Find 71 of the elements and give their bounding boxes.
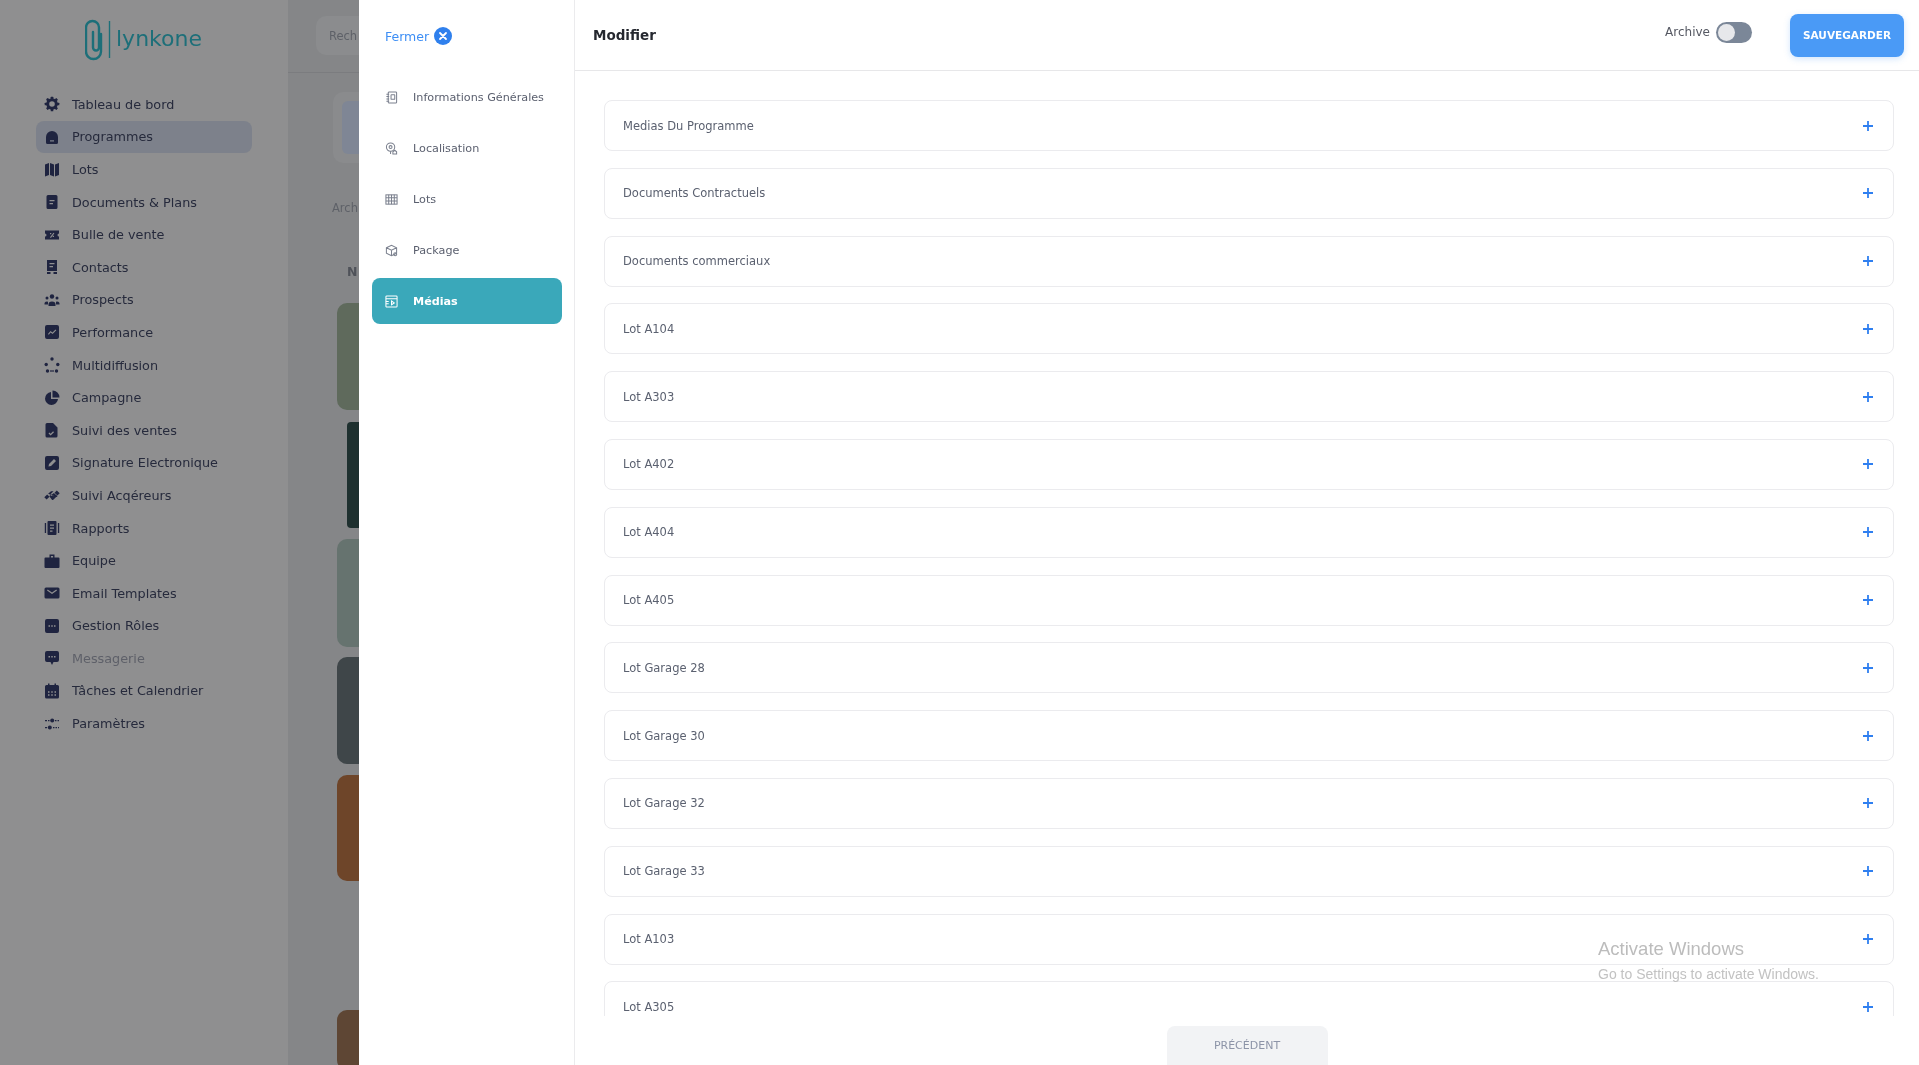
sidebar-item[interactable]: Signature Electronique	[36, 446, 252, 480]
nav-item[interactable]: Lots	[372, 176, 562, 222]
sidebar-item[interactable]: Prospects	[36, 283, 252, 317]
sidebar-item[interactable]: Documents & Plans	[36, 185, 252, 219]
sidebar-item[interactable]: Lots	[36, 153, 252, 186]
accordion-row[interactable]: Lot A404	[604, 506, 1894, 558]
accordion-row[interactable]: Documents commerciaux	[604, 235, 1894, 287]
chart-icon	[44, 324, 60, 341]
sidebar-item[interactable]: Contacts	[36, 250, 252, 284]
accordion-row[interactable]: Documents Contractuels	[604, 167, 1894, 219]
envelope-icon	[44, 585, 60, 602]
notebook-icon	[385, 90, 398, 104]
accordion-row[interactable]: Lot A402	[604, 439, 1894, 490]
pie-chart-icon	[44, 389, 60, 406]
briefcase-icon	[44, 552, 60, 569]
nav-item[interactable]: Médias	[372, 278, 562, 324]
building-icon	[44, 128, 60, 145]
sidebar-item[interactable]: Rapports	[36, 511, 252, 545]
accordion-row[interactable]: Lot A104	[604, 303, 1894, 355]
address-book-icon	[44, 259, 60, 276]
report-icon	[44, 520, 60, 536]
people-icon	[44, 291, 60, 308]
archive-toggle[interactable]	[1716, 21, 1752, 43]
photo-placeholder	[337, 1010, 359, 1065]
paperclip-icon	[85, 17, 112, 61]
sidebar-item[interactable]: Bulle de vente	[36, 218, 252, 251]
dots-icon	[44, 617, 60, 634]
document-icon	[44, 194, 60, 211]
accordion-row[interactable]: Lot A305	[604, 981, 1894, 1016]
close-button[interactable]: Fermer	[385, 26, 453, 46]
location-icon	[385, 141, 398, 155]
close-icon	[434, 27, 453, 45]
map-icon	[44, 161, 60, 178]
accordion-row[interactable]: Lot Garage 33	[604, 845, 1894, 897]
accordion-row[interactable]: Lot Garage 32	[604, 777, 1894, 829]
sidebar-item[interactable]: Performance	[36, 316, 252, 349]
sidebar-item[interactable]: Equipe	[36, 544, 252, 577]
chat-icon	[44, 650, 60, 667]
sidebar-item[interactable]: Paramètres	[36, 707, 252, 740]
edit-icon	[44, 454, 60, 471]
save-button[interactable]: SAUVEGARDER	[1790, 13, 1904, 57]
logo-text: lynkone	[116, 26, 202, 52]
sidebar-item[interactable]: Tableau de bord	[36, 88, 252, 121]
previous-button[interactable]: PRÉCÉDENT	[1166, 1026, 1328, 1065]
accordion-row[interactable]: Medias Du Programme	[604, 100, 1894, 151]
package-icon	[385, 243, 398, 257]
file-check-icon	[44, 422, 60, 439]
toggle-label: Archive	[1665, 25, 1710, 39]
watermark-text: Go to Settings to activate Windows.	[1598, 965, 1819, 983]
sidebar-item[interactable]: Multidiffusion	[36, 348, 252, 382]
accordion-row[interactable]: Lot A303	[604, 371, 1894, 423]
sidebar-item[interactable]: Programmes	[36, 120, 252, 154]
nav-item[interactable]: Localisation	[372, 125, 562, 171]
accordion-row[interactable]: Lot A405	[604, 574, 1894, 626]
sidebar-item[interactable]: Suivi Acqéreurs	[36, 479, 252, 512]
sidebar-item[interactable]: Gestion Rôles	[36, 609, 252, 643]
accordion-row[interactable]: Lot Garage 30	[604, 710, 1894, 762]
accordion-row[interactable]: Lot Garage 28	[604, 642, 1894, 694]
sidebar-item[interactable]: Suivi des ventes	[36, 413, 252, 447]
nav-item[interactable]: Informations Générales	[372, 74, 562, 120]
gear-icon	[44, 96, 60, 113]
network-icon	[44, 357, 60, 374]
media-icon	[385, 294, 398, 308]
grid-icon	[385, 192, 398, 206]
sidebar-item[interactable]: Tâches et Calendrier	[36, 674, 252, 708]
nav-item[interactable]: Package	[372, 227, 562, 273]
drawer-title: Modifier	[593, 27, 656, 43]
calendar-icon	[44, 683, 60, 699]
sidebar-item[interactable]: Campagne	[36, 381, 252, 414]
sidebar-item[interactable]: Email Templates	[36, 576, 252, 610]
watermark-title: Activate Windows	[1598, 938, 1745, 960]
